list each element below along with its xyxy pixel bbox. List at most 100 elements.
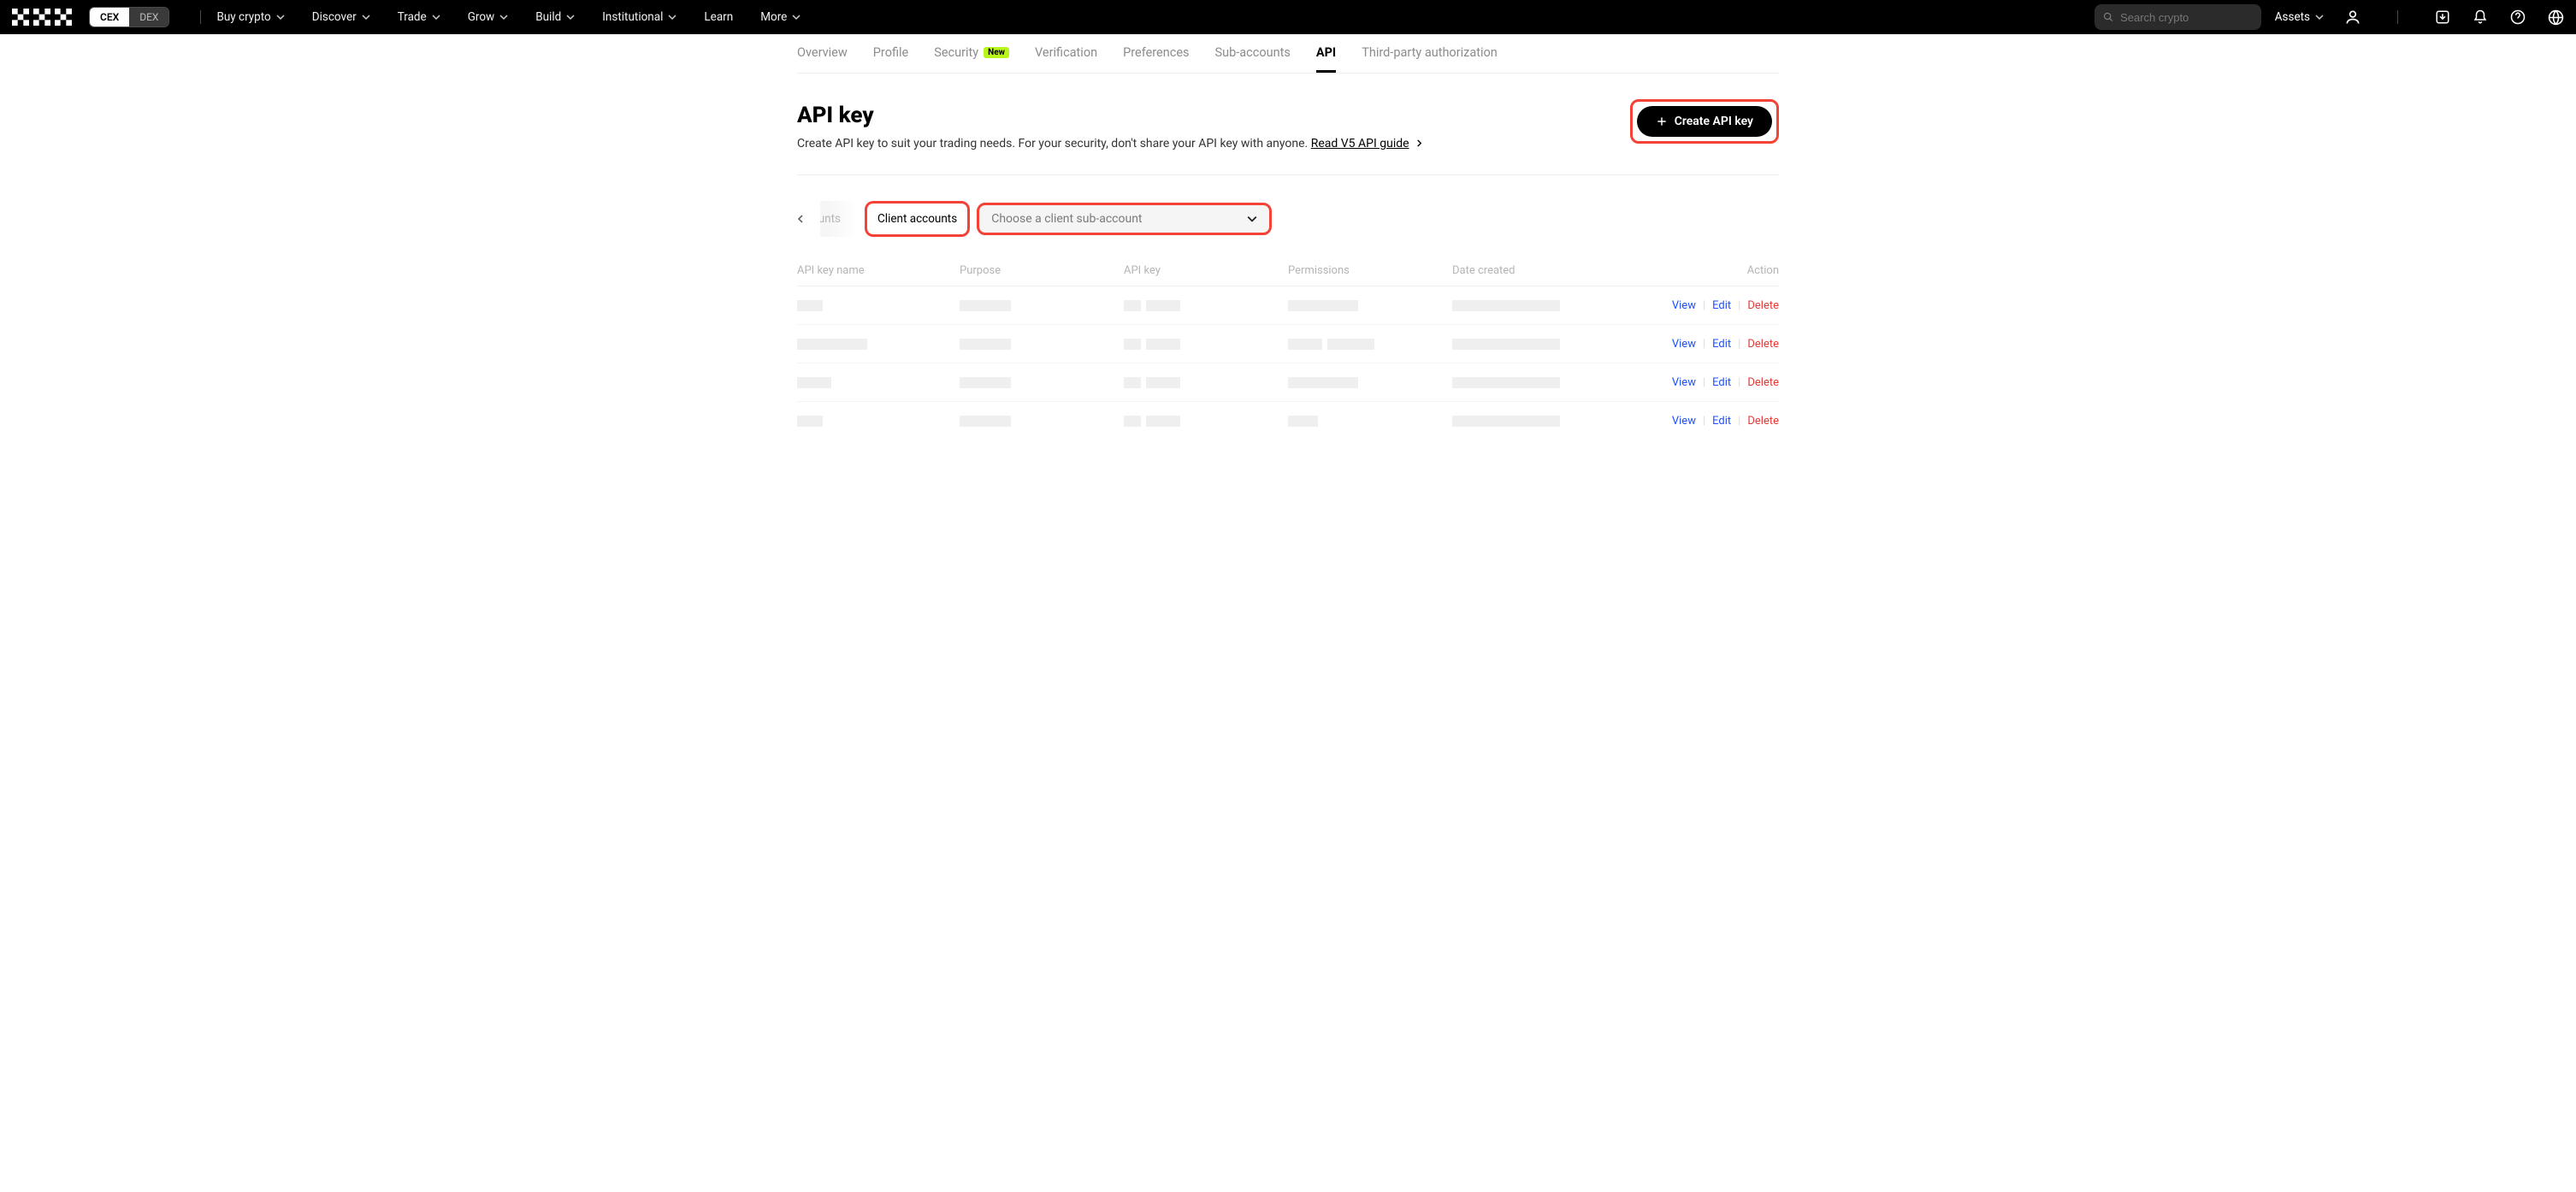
cell-actions: View|Edit|Delete (1589, 415, 1779, 428)
chevron-down-icon (499, 13, 508, 21)
nav-more[interactable]: More (760, 10, 801, 24)
edit-link[interactable]: Edit (1712, 338, 1731, 351)
cell-actions: View|Edit|Delete (1589, 376, 1779, 389)
api-key-table: API key name Purpose API key Permissions… (797, 259, 1779, 440)
cell-apikey (1124, 416, 1288, 427)
account-subnav-wrap: Overview Profile Security New Verificati… (0, 34, 2576, 74)
th-purpose: Purpose (960, 264, 1124, 277)
th-permissions: Permissions (1288, 264, 1452, 277)
view-link[interactable]: View (1672, 299, 1696, 312)
skeleton-block (1146, 300, 1180, 311)
chevron-down-icon (432, 13, 440, 21)
delete-link[interactable]: Delete (1747, 376, 1779, 389)
client-subaccount-select[interactable]: Choose a client sub-account (977, 203, 1272, 235)
api-guide-link[interactable]: Read V5 API guide (1311, 137, 1409, 150)
chevron-right-icon (1415, 137, 1423, 150)
view-link[interactable]: View (1672, 338, 1696, 351)
th-action: Action (1589, 264, 1779, 277)
main-content: API key Create API key to suit your trad… (797, 74, 1779, 440)
new-badge: New (984, 47, 1009, 58)
cell-actions: View|Edit|Delete (1589, 299, 1779, 312)
tab-overview[interactable]: Overview (797, 34, 848, 73)
assets-dropdown[interactable]: Assets (2275, 10, 2324, 24)
cell-permissions (1288, 416, 1452, 427)
plus-icon (1656, 115, 1668, 127)
tab-subaccounts[interactable]: Sub-accounts (1215, 34, 1291, 73)
cell-name (797, 416, 960, 427)
chevron-down-icon (668, 13, 676, 21)
cell-purpose (960, 339, 1124, 350)
page-description: Create API key to suit your trading need… (797, 137, 1423, 150)
skeleton-block (1146, 416, 1180, 427)
divider (2397, 10, 2398, 24)
skeleton-block (1288, 300, 1358, 311)
download-icon[interactable] (2434, 9, 2451, 26)
top-nav-menu: Buy crypto Discover Trade Grow Build Ins… (216, 10, 801, 24)
cell-date (1452, 416, 1589, 427)
create-api-key-highlight: Create API key (1630, 99, 1779, 144)
nav-institutional[interactable]: Institutional (602, 10, 676, 24)
okx-logo[interactable] (12, 9, 72, 26)
cell-name (797, 339, 960, 350)
cell-purpose (960, 377, 1124, 388)
table-row: View|Edit|Delete (797, 402, 1779, 440)
page-header: API key Create API key to suit your trad… (797, 103, 1779, 150)
account-selector-row: ounts Client accounts Choose a client su… (796, 201, 1779, 237)
nav-trade[interactable]: Trade (398, 10, 440, 24)
tab-preferences[interactable]: Preferences (1123, 34, 1189, 73)
skeleton-block (797, 377, 831, 388)
tab-profile[interactable]: Profile (873, 34, 908, 73)
nav-build[interactable]: Build (535, 10, 575, 24)
help-icon[interactable] (2509, 9, 2526, 26)
skeleton-block (1146, 339, 1180, 350)
divider (200, 10, 201, 24)
search-icon (2103, 11, 2113, 23)
cell-purpose (960, 416, 1124, 427)
skeleton-block (1452, 300, 1560, 311)
nav-label: Build (535, 10, 561, 24)
globe-icon[interactable] (2547, 9, 2564, 26)
tab-api[interactable]: API (1316, 34, 1336, 73)
skeleton-block (1124, 339, 1141, 350)
cex-button[interactable]: CEX (90, 8, 129, 27)
nav-grow[interactable]: Grow (468, 10, 508, 24)
edit-link[interactable]: Edit (1712, 376, 1731, 389)
nav-discover[interactable]: Discover (312, 10, 370, 24)
th-apikey: API key (1124, 264, 1288, 277)
view-link[interactable]: View (1672, 415, 1696, 428)
separator: | (1703, 415, 1705, 428)
search-box[interactable] (2094, 4, 2261, 30)
separator: | (1738, 299, 1740, 312)
skeleton-block (1452, 416, 1560, 427)
tab-thirdparty[interactable]: Third-party authorization (1362, 34, 1498, 73)
tab-security[interactable]: Security New (934, 34, 1009, 73)
delete-link[interactable]: Delete (1747, 299, 1779, 312)
delete-link[interactable]: Delete (1747, 415, 1779, 428)
client-accounts-tab[interactable]: Client accounts (865, 201, 970, 237)
scroll-left-button[interactable] (796, 201, 820, 237)
tab-verification[interactable]: Verification (1035, 34, 1097, 73)
bell-icon[interactable] (2472, 9, 2489, 26)
divider (797, 174, 1779, 175)
view-link[interactable]: View (1672, 376, 1696, 389)
nav-learn[interactable]: Learn (704, 10, 733, 24)
desc-text: Create API key to suit your trading need… (797, 137, 1311, 150)
nav-buy-crypto[interactable]: Buy crypto (216, 10, 284, 24)
dex-button[interactable]: DEX (129, 8, 168, 27)
cell-apikey (1124, 377, 1288, 388)
cell-permissions (1288, 300, 1452, 311)
edit-link[interactable]: Edit (1712, 299, 1731, 312)
cell-permissions (1288, 377, 1452, 388)
chevron-down-icon (362, 13, 370, 21)
edit-link[interactable]: Edit (1712, 415, 1731, 428)
chevron-left-icon (796, 215, 805, 223)
skeleton-block (1124, 416, 1141, 427)
cell-name (797, 300, 960, 311)
search-input[interactable] (2120, 11, 2253, 24)
create-api-key-button[interactable]: Create API key (1637, 106, 1772, 137)
delete-link[interactable]: Delete (1747, 338, 1779, 351)
table-row: View|Edit|Delete (797, 286, 1779, 325)
table-row: View|Edit|Delete (797, 325, 1779, 363)
assets-label: Assets (2275, 10, 2310, 24)
user-icon[interactable] (2344, 9, 2361, 26)
